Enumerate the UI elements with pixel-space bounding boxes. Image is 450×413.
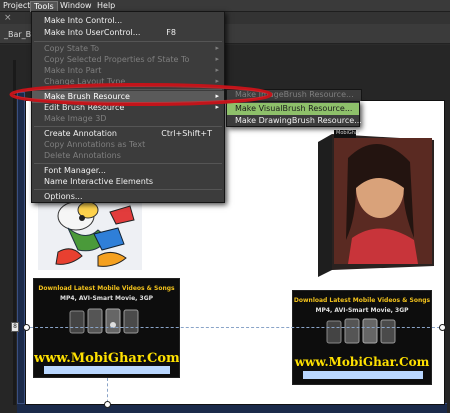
- menu-item-change-layout-type[interactable]: Change Layout Type ▸: [32, 76, 224, 88]
- submenu-arrow-icon: ▸: [215, 44, 219, 52]
- mobighar-banner-right[interactable]: Download Latest Mobile Videos & Songs MP…: [292, 290, 432, 385]
- banner-subtitle: MP4, AVI-Smart Movie, 3GP: [59, 295, 154, 302]
- tools-menu: Make Into Control... Make Into UserContr…: [31, 11, 225, 203]
- menu-item-make-into-control[interactable]: Make Into Control...: [32, 15, 224, 27]
- horizontal-guide: [25, 327, 445, 328]
- menu-item-make-into-usercontrol[interactable]: Make Into UserControl... F8: [32, 27, 224, 39]
- submenu-arrow-icon: ▸: [215, 103, 219, 111]
- video-3d-panel[interactable]: MobiGhar: [318, 128, 434, 277]
- banner-url-highlight: [44, 366, 170, 374]
- submenu-arrow-icon: ▸: [215, 55, 219, 63]
- banner-subtitle: MP4, AVI-Smart Movie, 3GP: [315, 307, 409, 314]
- cartoon-image[interactable]: [38, 198, 142, 270]
- close-tab-icon[interactable]: ×: [4, 13, 12, 23]
- video-caption: MobiGhar: [336, 130, 361, 136]
- selection-frame-left: [17, 92, 25, 410]
- resize-handle-right[interactable]: [439, 324, 446, 331]
- banner-url-highlight: [303, 371, 423, 379]
- banner-title: Download Latest Mobile Videos & Songs: [38, 285, 175, 292]
- menu-item-delete-annotations[interactable]: Delete Annotations: [32, 150, 224, 162]
- vertical-ruler: [13, 60, 16, 405]
- media-players-graphic: [69, 308, 139, 334]
- banner-title: Download Latest Mobile Videos & Songs: [293, 297, 431, 304]
- banner-url: www.MobiGhar.Com: [34, 351, 180, 366]
- banner-url: www.MobiGhar.Com: [294, 355, 430, 369]
- mobighar-banner-left[interactable]: Download Latest Mobile Videos & Songs MP…: [33, 278, 180, 378]
- brush-submenu: Make VisualBrush Resource... Make Drawin…: [226, 101, 362, 127]
- submenu-arrow-icon: ▸: [215, 92, 219, 100]
- resize-handle-bottom[interactable]: [104, 401, 111, 408]
- resize-handle-left[interactable]: [23, 324, 30, 331]
- submenu-item-make-visualbrush[interactable]: Make VisualBrush Resource...: [227, 103, 359, 115]
- menu-separator: [34, 163, 222, 164]
- submenu-item-make-imagebrush[interactable]: Make ImageBrush Resource...: [235, 90, 354, 99]
- menu-separator: [34, 41, 222, 42]
- menu-separator: [34, 89, 222, 90]
- ruler-marker[interactable]: 8: [11, 322, 19, 332]
- menu-separator: [34, 189, 222, 190]
- media-players-graphic: [326, 318, 396, 344]
- menu-item-options[interactable]: Options...: [32, 191, 224, 203]
- menu-item-name-interactive-elements[interactable]: Name Interactive Elements: [32, 176, 224, 188]
- submenu-arrow-icon: ▸: [215, 66, 219, 74]
- menu-item-make-image-3d[interactable]: Make Image 3D: [32, 113, 224, 125]
- menu-separator: [34, 126, 222, 127]
- submenu-arrow-icon: ▸: [215, 77, 219, 85]
- menu-project[interactable]: Project: [0, 1, 33, 12]
- submenu-item-make-drawingbrush[interactable]: Make DrawingBrush Resource...: [227, 115, 362, 127]
